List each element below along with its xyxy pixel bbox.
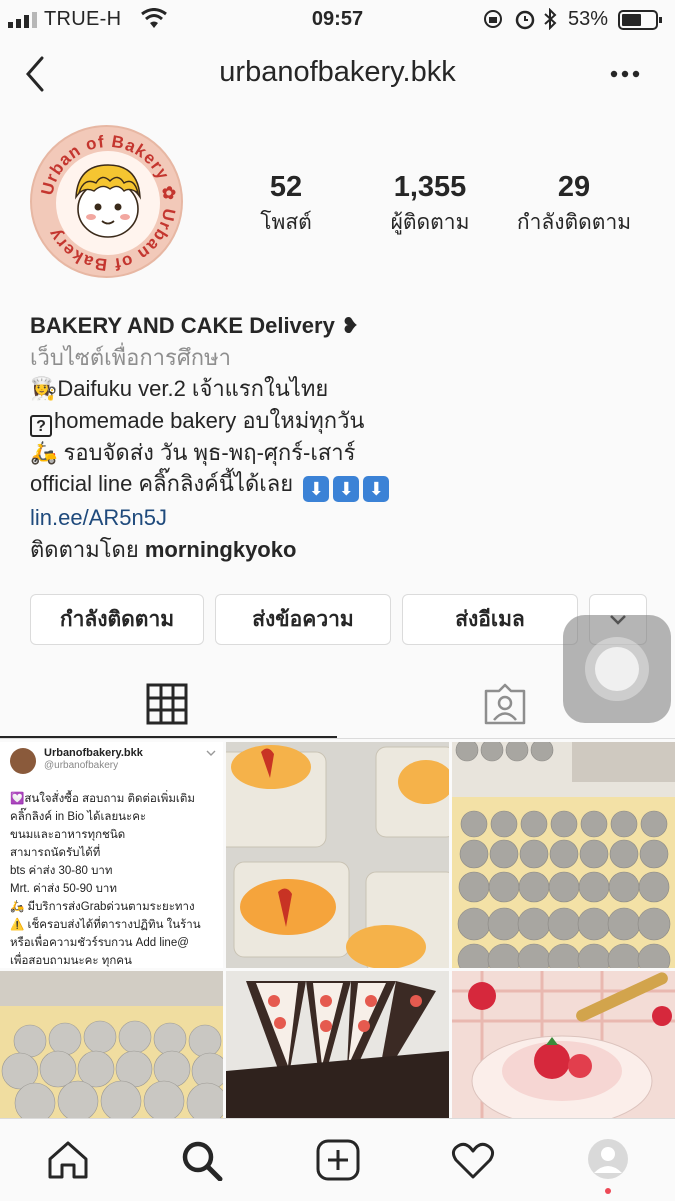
- followed-by[interactable]: ติดตามโดย morningkyoko: [30, 534, 650, 566]
- bio-line-2: ? homemade bakery อบใหม่ทุกวัน: [30, 405, 650, 437]
- profile-name: BAKERY AND CAKE Delivery ❥: [30, 313, 360, 338]
- post-line: หรือเพื่อความชัวร์รบกวน Add line@: [10, 937, 189, 949]
- bio-link[interactable]: lin.ee/AR5n5J: [30, 502, 650, 534]
- following-number: 29: [557, 171, 591, 203]
- following-button[interactable]: กำลังติดตาม: [30, 594, 204, 645]
- down-arrow-icon: ⬇: [363, 476, 390, 502]
- grid-post-2[interactable]: [226, 742, 449, 968]
- following-count[interactable]: 29 กำลังติดตาม: [504, 170, 644, 239]
- new-post-icon[interactable]: [316, 1139, 360, 1181]
- rotation-lock-icon: [484, 10, 502, 28]
- strawberry-dessert-photo: [452, 971, 675, 1118]
- bio-line-4: official line คลิ๊กลิงค์นี้ได้เลย ⬇ ⬇ ⬇: [30, 468, 650, 502]
- post-line: 🛵 มีบริการส่งGrabด่วนตามระยะทาง: [10, 901, 195, 913]
- grid-post-3[interactable]: [452, 742, 675, 968]
- profile-bio: BAKERY AND CAKE Delivery ❥ เว็บไซต์เพื่อ…: [30, 310, 650, 565]
- alarm-icon: [515, 10, 535, 30]
- bluetooth-icon: [544, 8, 557, 30]
- grid-post-5[interactable]: [226, 971, 449, 1118]
- post-line: สามารถนัดรับได้ที่: [10, 847, 101, 859]
- followed-by-prefix: ติดตามโดย: [30, 536, 139, 562]
- post-card-text: 💟สนใจสั่งซื้อ สอบถาม ติดต่อเพิ่มเติม คลิ…: [10, 790, 220, 968]
- following-label: กำลังติดตาม: [516, 211, 632, 234]
- grid-post-4[interactable]: [0, 971, 223, 1118]
- post-line: Mrt. ค่าส่ง 50-90 บาท: [10, 883, 117, 895]
- battery-icon: [618, 10, 662, 30]
- posts-number: 52: [269, 171, 303, 203]
- post-card-handle: @urbanofbakery: [44, 760, 119, 771]
- profile-avatar-icon[interactable]: [586, 1137, 630, 1195]
- posts-label: โพสต์: [260, 211, 312, 234]
- message-button[interactable]: ส่งข้อความ: [215, 594, 391, 645]
- tagged-tab-icon[interactable]: [483, 683, 527, 725]
- assistive-touch-button[interactable]: [563, 615, 671, 723]
- daifuku-tray-photo: [452, 742, 675, 968]
- post-line: 💟สนใจสั่งซื้อ สอบถาม ติดต่อเพิ่มเติม: [10, 793, 195, 805]
- post-line: คลิ๊กลิงค์ in Bio ได้เลยนะคะ: [10, 811, 147, 823]
- post-line: ขนมและอาหารทุกชนิด: [10, 829, 126, 841]
- bio-line-2-text: homemade bakery อบใหม่ทุกวัน: [54, 407, 365, 433]
- boxed-daifuku-photo: [226, 742, 449, 968]
- email-button[interactable]: ส่งอีเมล: [402, 594, 578, 645]
- question-box-icon: ?: [30, 414, 52, 437]
- status-bar: TRUE-H 09:57 53%: [0, 0, 675, 40]
- bio-line-3-text: รอบจัดส่ง วัน พุธ-พฤ-ศุกร์-เสาร์: [63, 439, 356, 465]
- followed-by-user: morningkyoko: [144, 536, 297, 562]
- followers-number: 1,355: [393, 171, 467, 203]
- post-line: เพื่อสอบถามนะคะ ทุกคน: [10, 955, 132, 967]
- followers-count[interactable]: 1,355 ผู้ติดตาม: [360, 170, 500, 239]
- heart-icon[interactable]: [450, 1141, 496, 1181]
- home-icon[interactable]: [46, 1139, 90, 1181]
- daifuku-closeup-photo: [0, 971, 223, 1118]
- avatar[interactable]: Urban of Bakery ✿ Urban of Bakery: [30, 125, 183, 278]
- bio-line-4-text: official line คลิ๊กลิงค์นี้ได้เลย: [30, 471, 294, 496]
- bio-line-1: 👩‍🍳Daifuku ver.2 เจ้าแรกในไทย: [30, 373, 650, 405]
- bakery-logo-image: Urban of Bakery ✿ Urban of Bakery: [37, 132, 178, 274]
- down-arrow-icon: ⬇: [333, 476, 360, 502]
- bio-line-3: 🛵 รอบจัดส่ง วัน พุธ-พฤ-ศุกร์-เสาร์: [30, 437, 650, 469]
- followers-label: ผู้ติดตาม: [390, 211, 470, 234]
- chef-icon: 👩‍🍳: [30, 376, 58, 401]
- profile-category: เว็บไซต์เพื่อการศึกษา: [30, 344, 231, 370]
- grid-post-1[interactable]: Urbanofbakery.bkk @urbanofbakery 💟สนใจสั…: [0, 742, 223, 968]
- tab-divider: [0, 738, 675, 739]
- chocolate-strawberry-cake-photo: [226, 971, 449, 1118]
- grid-post-6[interactable]: [452, 971, 675, 1118]
- assistive-touch-core: [595, 647, 639, 691]
- profile-username: urbanofbakery.bkk: [219, 56, 456, 88]
- battery-percent: 53%: [568, 8, 609, 30]
- post-line: bts ค่าส่ง 30-80 บาท: [10, 865, 113, 877]
- more-options-icon[interactable]: [608, 66, 642, 82]
- posts-count[interactable]: 52 โพสต์: [216, 170, 356, 239]
- scooter-icon: 🛵: [30, 439, 58, 465]
- post-avatar: [10, 748, 36, 774]
- grid-tab-icon[interactable]: [146, 683, 188, 725]
- chevron-down-icon: [206, 750, 216, 756]
- bottom-navigation: [0, 1118, 675, 1201]
- post-line: ⚠️ เช็ครอบส่งได้ที่ตารางปฏิทิน ในร้าน: [10, 919, 201, 931]
- search-icon[interactable]: [180, 1139, 224, 1181]
- down-arrow-icon: ⬇: [303, 476, 330, 502]
- bio-line-1-text: Daifuku ver.2 เจ้าแรกในไทย: [57, 376, 329, 401]
